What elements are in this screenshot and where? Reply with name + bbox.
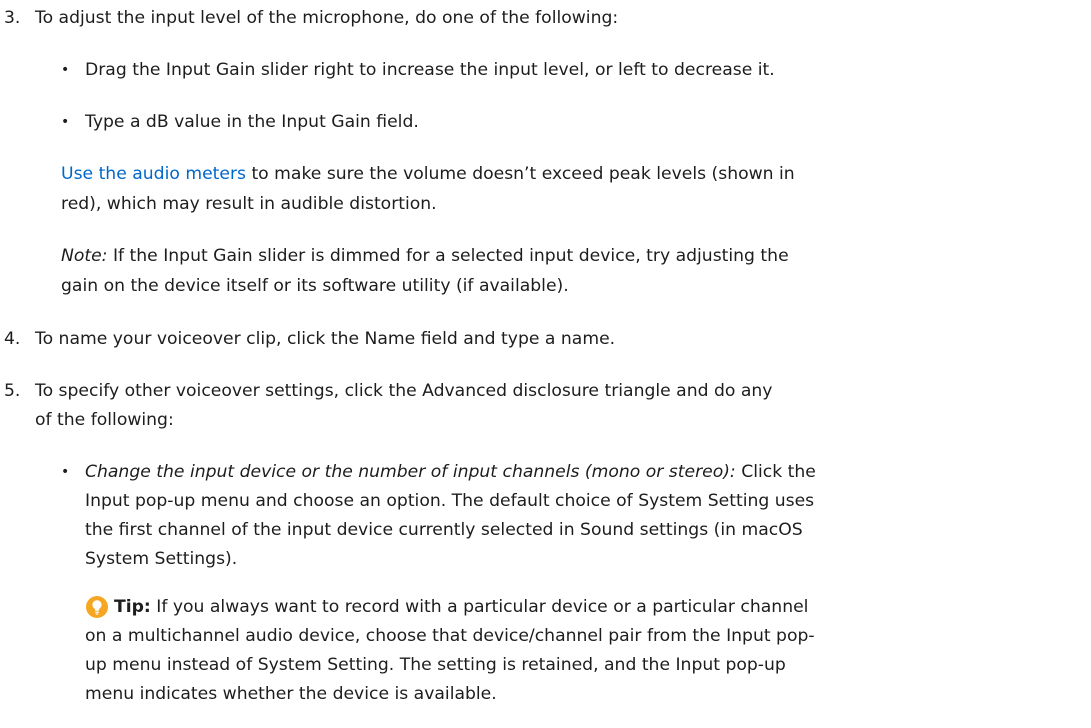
- bullet-text: Type a dB value in the Input Gain field.: [85, 112, 419, 132]
- bullet-line: the first channel of the input device cu…: [85, 520, 803, 540]
- lightbulb-icon: [86, 596, 108, 618]
- note-paragraph: Note: If the Input Gain slider is dimmed…: [61, 242, 789, 270]
- step-number: 5.: [4, 381, 21, 401]
- audio-meters-link[interactable]: Use the audio meters: [61, 164, 246, 184]
- tip-line: on a multichannel audio device, choose t…: [85, 626, 815, 646]
- bullet-label: Change the input device or the number of…: [85, 462, 736, 482]
- step-text: To specify other voiceover settings, cli…: [35, 381, 773, 401]
- bullet-dot: •: [61, 62, 70, 78]
- bullet-text: Click the: [735, 462, 816, 482]
- bullet-text: Drag the Input Gain slider right to incr…: [85, 60, 775, 80]
- tip-line: menu indicates whether the device is ava…: [85, 684, 497, 704]
- bullet-line: System Settings).: [85, 549, 238, 569]
- bullet-dot: •: [61, 464, 70, 480]
- step-number: 3.: [4, 8, 21, 28]
- step-number: 4.: [4, 329, 21, 349]
- tip-label: Tip:: [114, 597, 151, 617]
- step-text: To adjust the input level of the microph…: [35, 8, 619, 28]
- step-text: To name your voiceover clip, click the N…: [35, 329, 616, 349]
- meters-paragraph: Use the audio meters to make sure the vo…: [61, 160, 795, 188]
- tip-paragraph: Tip: If you always want to record with a…: [114, 593, 808, 621]
- tip-line: up menu instead of System Setting. The s…: [85, 655, 786, 675]
- note-text: If the Input Gain slider is dimmed for a…: [107, 246, 789, 266]
- tip-text: If you always want to record with a part…: [150, 597, 809, 617]
- note-line: gain on the device itself or its softwar…: [61, 276, 569, 296]
- note-label: Note:: [61, 246, 108, 266]
- bullet-line: Change the input device or the number of…: [85, 458, 816, 486]
- paragraph-line: red), which may result in audible distor…: [61, 194, 437, 214]
- bullet-dot: •: [61, 114, 70, 130]
- bullet-line: Input pop-up menu and choose an option. …: [85, 491, 815, 511]
- paragraph-text: to make sure the volume doesn’t exceed p…: [245, 164, 795, 184]
- step-text-line: of the following:: [35, 410, 174, 430]
